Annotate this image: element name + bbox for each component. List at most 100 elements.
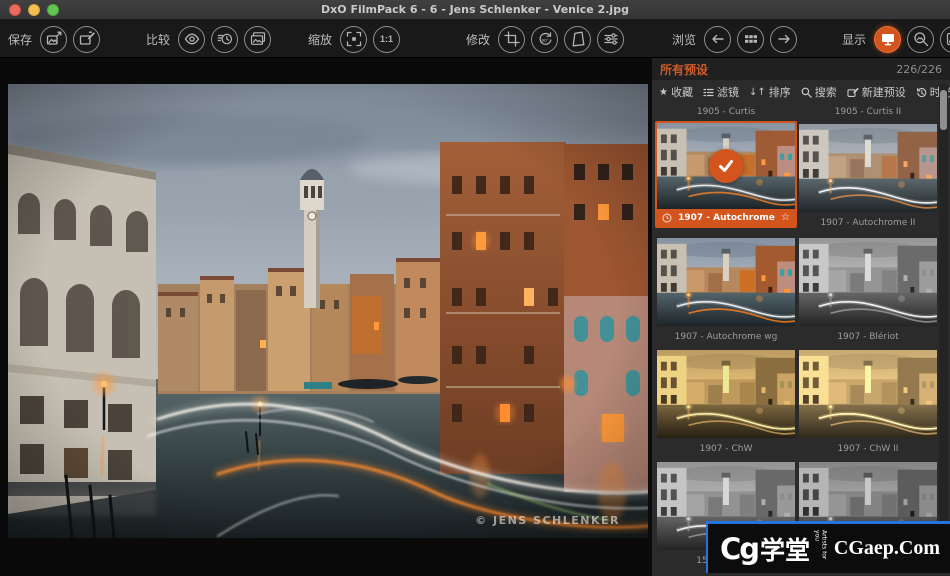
grid-icon: [743, 31, 759, 47]
next-image-button[interactable]: [770, 26, 797, 53]
presets-panel: 所有预设 226/226 ★ 收藏 滤镜 ↓↑ 排序: [652, 58, 950, 576]
zoom-label: 缩放: [308, 31, 332, 48]
export-image-icon: [46, 31, 62, 47]
preset-thumbnail: [657, 350, 795, 438]
curves-icon: [946, 31, 950, 47]
sort-arrows-icon: ↓↑: [749, 87, 766, 98]
preset-item-selected[interactable]: 1907 - Autochrome ☆: [655, 121, 797, 228]
preset-label: 1907 - Autochrome wg: [657, 331, 795, 343]
toolbar-group-browse: 浏览: [672, 20, 797, 58]
traffic-lights: [9, 4, 59, 16]
watermark-logo: Cg: [720, 532, 758, 566]
search-icon: [801, 87, 812, 98]
preset-item[interactable]: [799, 124, 937, 212]
preset-thumbnail: [657, 238, 795, 326]
sort-button[interactable]: ↓↑ 排序: [749, 84, 791, 100]
preset-label: 1907 - Blériot: [799, 331, 937, 343]
new-preset-button[interactable]: 新建预设: [847, 84, 906, 100]
thumbnails-grid-button[interactable]: [737, 26, 764, 53]
preset-label: 1907 - Autochrome: [676, 213, 777, 223]
toolbar-group-save: 保存: [8, 20, 100, 58]
app-window: DxO FilmPack 6 - 6 - Jens Schlenker - Ve…: [0, 0, 950, 576]
arrow-left-icon: [710, 31, 726, 47]
search-button[interactable]: 搜索: [801, 84, 837, 100]
selected-check-overlay: [657, 123, 795, 209]
watermark-site: CGaep.Com: [834, 537, 940, 560]
time-machine-mini-icon: [662, 213, 672, 223]
settings-sliders-button[interactable]: [597, 26, 624, 53]
preset-label: 1907 - Autochrome II: [799, 217, 937, 229]
preset-item[interactable]: [799, 238, 937, 326]
toolbar: 保存 比较: [0, 20, 950, 58]
close-button[interactable]: [9, 4, 21, 16]
panel-actions: ★ 收藏 滤镜 ↓↑ 排序 搜索: [652, 80, 950, 104]
titlebar: DxO FilmPack 6 - 6 - Jens Schlenker - Ve…: [0, 0, 950, 20]
browse-label: 浏览: [672, 31, 696, 48]
sliders-icon: [603, 31, 619, 47]
eye-icon: [184, 31, 200, 47]
minimize-button[interactable]: [28, 4, 40, 16]
export-edit-icon: [79, 31, 95, 47]
save-label: 保存: [8, 31, 32, 48]
crop-icon: [504, 31, 520, 47]
fit-screen-icon: [346, 31, 362, 47]
preset-thumbnail: [799, 124, 937, 212]
export-image-button[interactable]: [40, 26, 67, 53]
display-monitor-button[interactable]: [874, 26, 901, 53]
zoom-1to1-button[interactable]: 1:1: [373, 26, 400, 53]
image-viewer: © JENS SCHLENKER: [0, 58, 652, 576]
favorite-star-icon[interactable]: ☆: [781, 213, 790, 223]
perspective-button[interactable]: [564, 26, 591, 53]
fit-screen-button[interactable]: [340, 26, 367, 53]
watermark-tagline: Artists for you: [813, 530, 827, 568]
modify-label: 修改: [466, 31, 490, 48]
new-preset-icon: [847, 87, 859, 98]
compare-history-button[interactable]: [211, 26, 238, 53]
preset-label: 1905 - Curtis: [657, 106, 795, 118]
gallery-icon: [250, 31, 266, 47]
toolbar-group-zoom: 缩放 1:1: [308, 20, 400, 58]
previous-image-button[interactable]: [704, 26, 731, 53]
history-clock-icon: [217, 31, 233, 47]
preset-label: 1905 - Curtis II: [799, 106, 937, 118]
filters-button[interactable]: 滤镜: [703, 84, 739, 100]
display-label: 显示: [842, 31, 866, 48]
preset-label: 1907 - ChW: [657, 443, 795, 455]
scrollbar-thumb[interactable]: [940, 90, 947, 130]
panel-header: 所有预设 226/226: [652, 58, 950, 80]
selected-preset-bar: 1907 - Autochrome ☆: [657, 209, 795, 226]
perspective-icon: [570, 31, 586, 47]
export-with-edits-button[interactable]: [73, 26, 100, 53]
rotate-90-icon: 90°: [537, 31, 553, 47]
panel-title[interactable]: 所有预设: [660, 61, 708, 78]
filter-list-icon: [703, 87, 714, 98]
toolbar-group-display: 显示: [842, 20, 950, 58]
arrow-right-icon: [776, 31, 792, 47]
preset-item[interactable]: [799, 350, 937, 438]
monitor-icon: [880, 31, 896, 47]
loupe-button[interactable]: [907, 26, 934, 53]
preset-thumbnail: [799, 238, 937, 326]
toolbar-group-modify: 修改 90°: [466, 20, 624, 58]
photo-canvas[interactable]: © JENS SCHLENKER: [8, 84, 648, 538]
toolbar-group-compare: 比较: [146, 20, 271, 58]
window-title: DxO FilmPack 6 - 6 - Jens Schlenker - Ve…: [321, 3, 629, 16]
loupe-icon: [913, 31, 929, 47]
compare-gallery-button[interactable]: [244, 26, 271, 53]
crop-button[interactable]: [498, 26, 525, 53]
preset-item[interactable]: [657, 238, 795, 326]
rotate-button[interactable]: 90°: [531, 26, 558, 53]
fullscreen-button[interactable]: [47, 4, 59, 16]
compare-label: 比较: [146, 31, 170, 48]
histogram-button[interactable]: [940, 26, 950, 53]
photo-credit: © JENS SCHLENKER: [475, 514, 620, 527]
watermark-brand: 学堂: [760, 531, 810, 567]
favorites-button[interactable]: ★ 收藏: [659, 84, 693, 100]
preset-thumbnail: [799, 350, 937, 438]
compare-preview-button[interactable]: [178, 26, 205, 53]
check-icon: [709, 149, 743, 183]
scrollbar[interactable]: [939, 84, 948, 573]
time-machine-icon: [916, 87, 927, 98]
star-icon: ★: [659, 87, 668, 98]
preset-item[interactable]: [657, 350, 795, 438]
